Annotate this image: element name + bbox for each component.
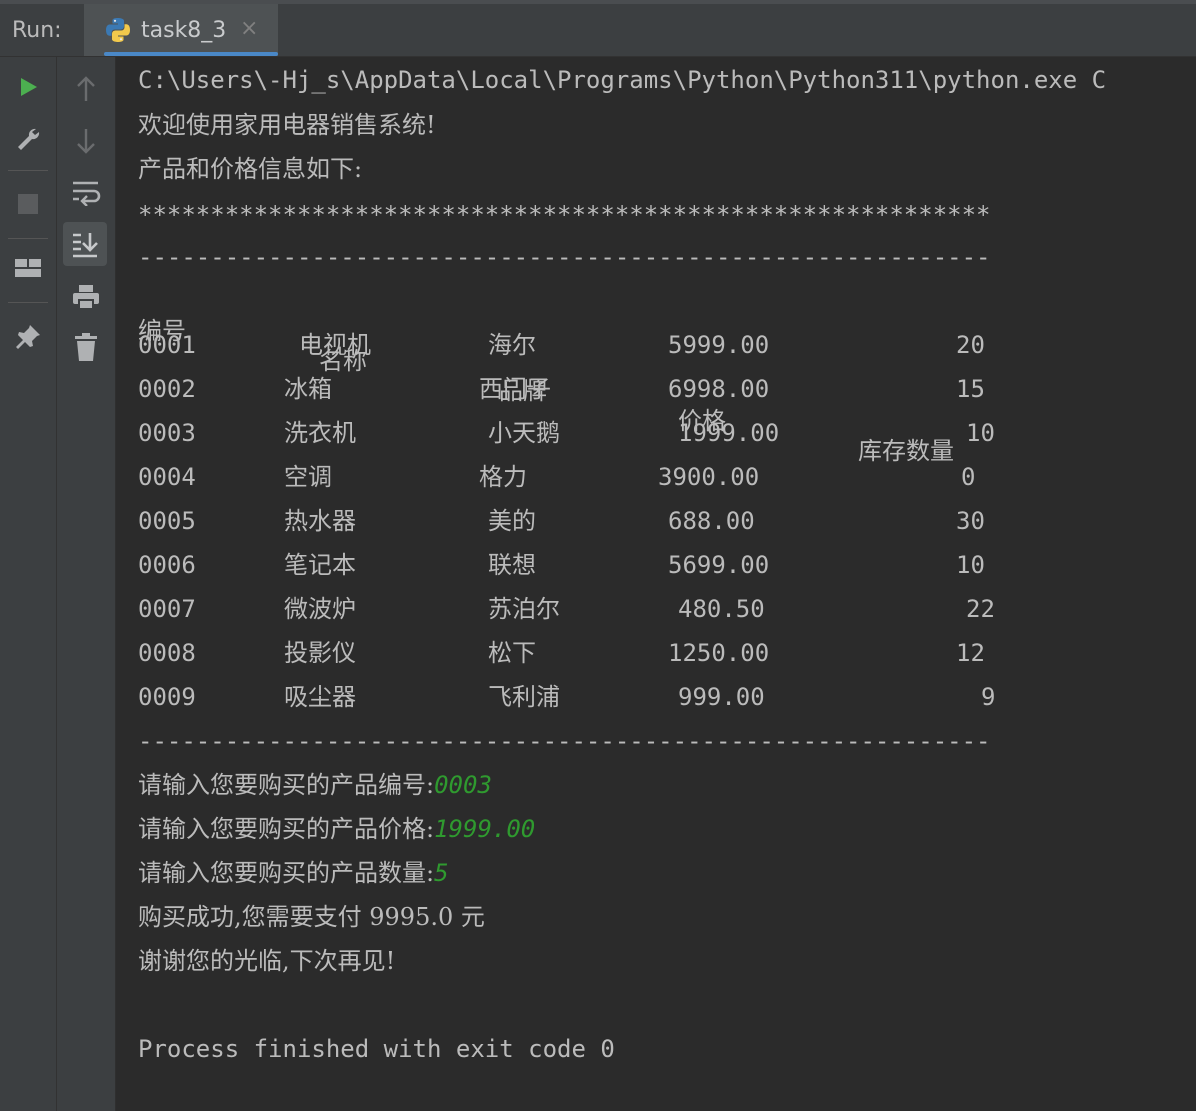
cell-brand: 格力 xyxy=(479,463,527,491)
table-row: 0009 吸尘器 飞利浦 999.00 9 xyxy=(138,682,1138,712)
cell-id: 0005 xyxy=(138,507,196,535)
cell-brand: 小天鹅 xyxy=(488,419,560,447)
cell-price: 480.50 xyxy=(678,595,765,623)
cell-name: 洗衣机 xyxy=(284,419,356,447)
prompt-line-qty: 请输入您要购买的产品数量:5 xyxy=(138,858,449,888)
console-output[interactable]: C:\Users\-Hj_s\AppData\Local\Programs\Py… xyxy=(116,57,1196,1111)
table-row: 0007 微波炉 苏泊尔 480.50 22 xyxy=(138,594,1138,624)
table-row: 0003 洗衣机 小天鹅 1999.00 10 xyxy=(138,418,1138,448)
cell-price: 1999.00 xyxy=(678,419,780,447)
wrench-settings-icon[interactable] xyxy=(6,117,50,161)
user-input-qty: 5 xyxy=(434,859,449,887)
prompt-price: 请输入您要购买的产品价格: xyxy=(138,815,435,843)
table-row: 0008 投影仪 松下 1250.00 12 xyxy=(138,638,1138,668)
soft-wrap-icon[interactable] xyxy=(64,170,108,214)
separator xyxy=(8,238,48,239)
cell-name: 投影仪 xyxy=(284,639,356,667)
cell-id: 0002 xyxy=(138,375,196,403)
cell-brand: 美的 xyxy=(488,507,536,535)
separator xyxy=(8,170,48,171)
cell-stock: 12 xyxy=(956,639,985,667)
cell-price: 3900.00 xyxy=(658,463,760,491)
cell-id: 0001 xyxy=(138,331,196,359)
exit-message: Process finished with exit code 0 xyxy=(138,1035,615,1063)
cell-stock: 22 xyxy=(966,595,995,623)
cell-name: 吸尘器 xyxy=(284,683,356,711)
pin-icon[interactable] xyxy=(6,315,50,359)
cell-price: 688.00 xyxy=(668,507,755,535)
cell-stock: 0 xyxy=(961,463,976,491)
user-input-id: 0003 xyxy=(434,771,492,799)
trash-icon[interactable] xyxy=(64,325,108,369)
star-separator: ****************************************… xyxy=(138,201,991,229)
cell-name: 微波炉 xyxy=(284,595,356,623)
cell-name: 空调 xyxy=(284,463,332,491)
cell-price: 5699.00 xyxy=(668,551,770,579)
run-tool-window-header: Run: task8_3 × xyxy=(0,4,1196,57)
cell-stock: 30 xyxy=(956,507,985,535)
prompt-line-price: 请输入您要购买的产品价格:1999.00 xyxy=(138,814,535,844)
cell-stock: 9 xyxy=(981,683,996,711)
cell-brand: 海尔 xyxy=(488,331,536,359)
dash-separator-top: ----------------------------------------… xyxy=(138,243,991,271)
cell-price: 999.00 xyxy=(678,683,765,711)
cell-name: 冰箱 xyxy=(284,375,332,403)
command-line: C:\Users\-Hj_s\AppData\Local\Programs\Py… xyxy=(138,66,1107,94)
cell-id: 0009 xyxy=(138,683,196,711)
cell-id: 0004 xyxy=(138,463,196,491)
rerun-play-icon[interactable] xyxy=(6,65,50,109)
table-row: 0004 空调 格力 3900.00 0 xyxy=(138,462,1138,492)
close-icon[interactable]: × xyxy=(240,16,258,41)
separator xyxy=(8,302,48,303)
python-icon xyxy=(104,16,132,44)
stop-icon[interactable] xyxy=(6,182,50,226)
user-input-price: 1999.00 xyxy=(434,815,536,843)
info-text: 产品和价格信息如下: xyxy=(138,155,363,183)
tab-title: task8_3 xyxy=(141,18,227,43)
cell-id: 0007 xyxy=(138,595,196,623)
table-row: 0006 笔记本 联想 5699.00 10 xyxy=(138,550,1138,580)
cell-id: 0008 xyxy=(138,639,196,667)
welcome-text: 欢迎使用家用电器销售系统! xyxy=(138,111,436,139)
active-tab-indicator xyxy=(104,52,278,56)
table-header: 编号 名称 品牌 价格 库存数量 xyxy=(138,286,1138,465)
cell-brand: 松下 xyxy=(488,639,536,667)
table-row: 0002 冰箱 西门子 6998.00 15 xyxy=(138,374,1138,404)
cell-stock: 10 xyxy=(956,551,985,579)
cell-brand: 联想 xyxy=(488,551,536,579)
cell-name: 笔记本 xyxy=(284,551,356,579)
cell-price: 5999.00 xyxy=(668,331,770,359)
cell-name: 热水器 xyxy=(284,507,356,535)
print-icon[interactable] xyxy=(64,275,108,319)
thanks-message: 谢谢您的光临,下次再见! xyxy=(138,947,396,975)
arrow-up-icon[interactable] xyxy=(64,67,108,111)
tab-task8-3[interactable]: task8_3 × xyxy=(84,4,278,56)
cell-id: 0003 xyxy=(138,419,196,447)
cell-price: 6998.00 xyxy=(668,375,770,403)
cell-id: 0006 xyxy=(138,551,196,579)
arrow-down-icon[interactable] xyxy=(64,119,108,163)
cell-brand: 飞利浦 xyxy=(488,683,560,711)
cell-stock: 10 xyxy=(966,419,995,447)
cell-name: 电视机 xyxy=(299,331,371,359)
dash-separator-bottom: ----------------------------------------… xyxy=(138,727,991,755)
cell-brand: 西门子 xyxy=(479,375,551,403)
cell-stock: 20 xyxy=(956,331,985,359)
cell-price: 1250.00 xyxy=(668,639,770,667)
cell-stock: 15 xyxy=(956,375,985,403)
prompt-qty: 请输入您要购买的产品数量: xyxy=(138,859,435,887)
scroll-to-end-icon[interactable] xyxy=(63,222,107,266)
prompt-id: 请输入您要购买的产品编号: xyxy=(138,771,435,799)
layout-icon[interactable] xyxy=(6,247,50,291)
run-label: Run: xyxy=(12,18,62,43)
cell-brand: 苏泊尔 xyxy=(488,595,560,623)
table-row: 0005 热水器 美的 688.00 30 xyxy=(138,506,1138,536)
prompt-line-id: 请输入您要购买的产品编号:0003 xyxy=(138,770,492,800)
table-row: 0001 电视机 海尔 5999.00 20 xyxy=(138,330,1138,360)
console-actions-gutter xyxy=(57,57,116,1111)
success-message: 购买成功,您需要支付 9995.0 元 xyxy=(138,903,485,931)
run-actions-gutter xyxy=(0,57,57,1111)
